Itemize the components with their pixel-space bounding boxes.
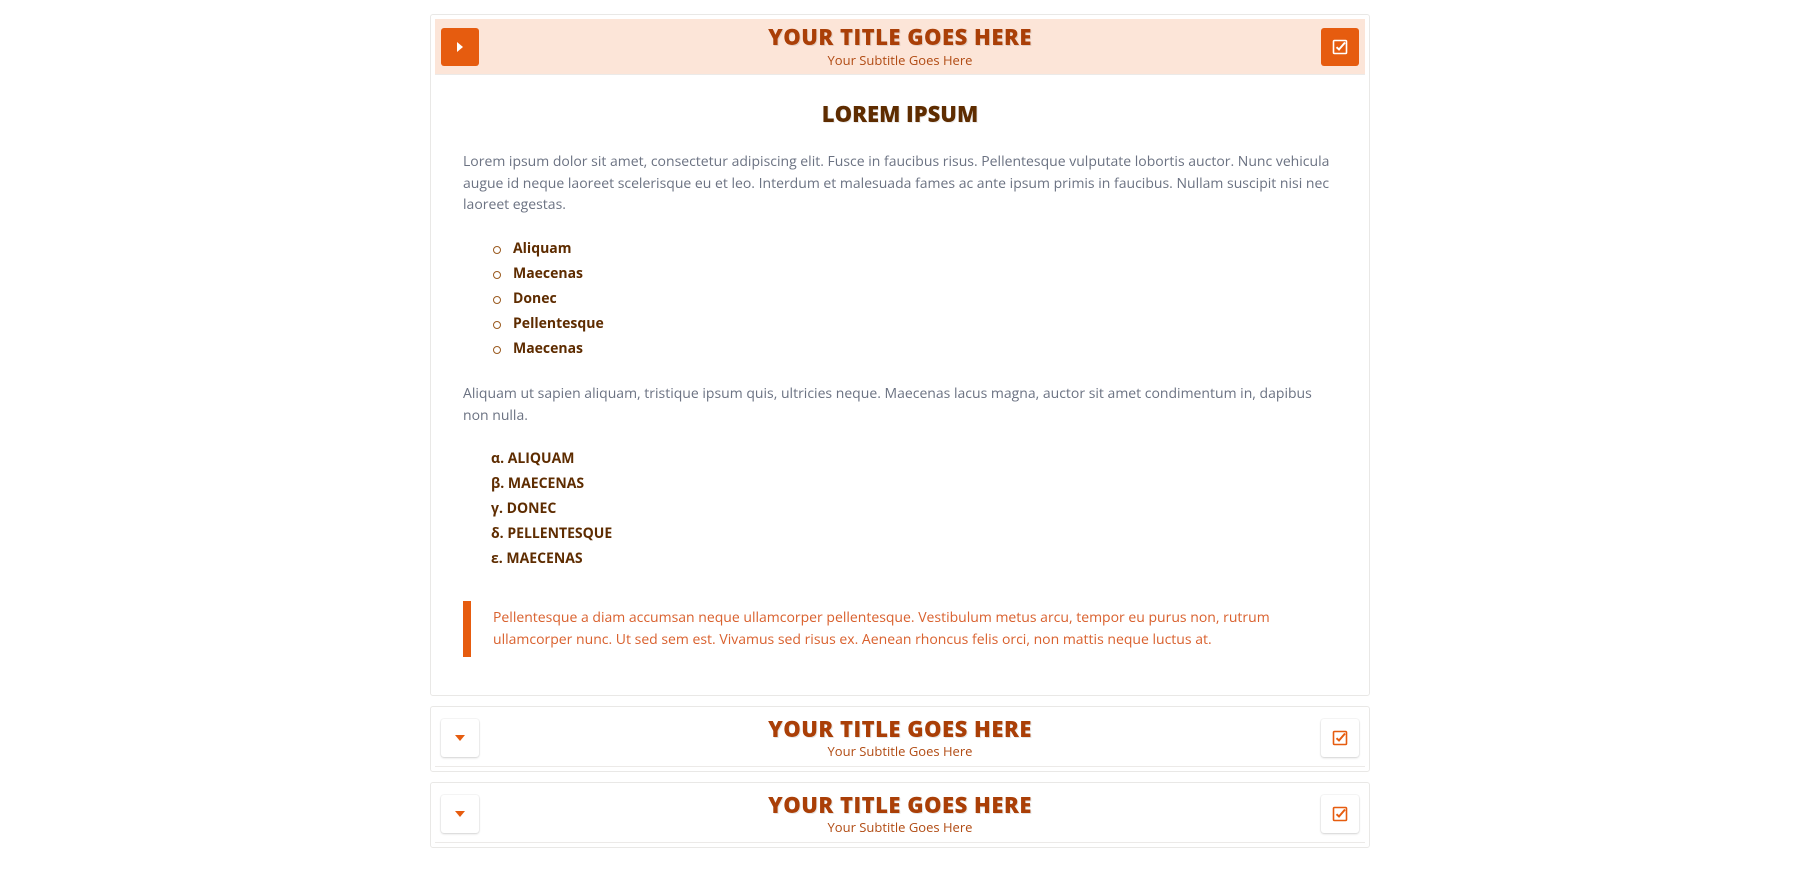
panel-titles-3: YOUR TITLE GOES HERE Your Subtitle Goes … [479,793,1321,835]
ordered-list: α. ALIQUAM β. MAECENAS γ. DONEC δ. PELLE… [463,446,1337,571]
checkbox-checked-icon [1332,39,1348,55]
list-item: ε. MAECENAS [491,546,1337,571]
content-paragraph-2: Aliquam ut sapien aliquam, tristique ips… [463,383,1337,426]
list-item: Pellentesque [513,311,1337,336]
blockquote: Pellentesque a diam accumsan neque ullam… [463,601,1337,656]
caret-down-icon [454,734,466,742]
accordion-header-3[interactable]: YOUR TITLE GOES HERE Your Subtitle Goes … [435,787,1365,843]
checkbox-checked-icon [1332,806,1348,822]
check-button-2[interactable] [1321,719,1359,757]
list-item: β. MAECENAS [491,471,1337,496]
accordion-panel-3: YOUR TITLE GOES HERE Your Subtitle Goes … [430,782,1370,848]
check-button-3[interactable] [1321,795,1359,833]
panel-subtitle: Your Subtitle Goes Here [479,53,1321,68]
checkbox-checked-icon [1332,730,1348,746]
list-item: α. ALIQUAM [491,446,1337,471]
accordion-header-1[interactable]: YOUR TITLE GOES HERE Your Subtitle Goes … [435,19,1365,75]
accordion-panel-2: YOUR TITLE GOES HERE Your Subtitle Goes … [430,706,1370,772]
list-item: Maecenas [513,336,1337,361]
panel-title: YOUR TITLE GOES HERE [479,793,1321,818]
quote-text: Pellentesque a diam accumsan neque ullam… [493,607,1337,650]
panel-subtitle: Your Subtitle Goes Here [479,744,1321,759]
panel-subtitle: Your Subtitle Goes Here [479,820,1321,835]
list-item: δ. PELLENTESQUE [491,521,1337,546]
toggle-button-3[interactable] [441,795,479,833]
list-item: Maecenas [513,261,1337,286]
panel-titles-1: YOUR TITLE GOES HERE Your Subtitle Goes … [479,25,1321,67]
accordion-header-2[interactable]: YOUR TITLE GOES HERE Your Subtitle Goes … [435,711,1365,767]
toggle-button-1[interactable] [441,28,479,66]
bullet-list: Aliquam Maecenas Donec Pellentesque Maec… [463,236,1337,361]
caret-down-icon [454,810,466,818]
panel-body-1: LOREM IPSUM Lorem ipsum dolor sit amet, … [435,75,1365,691]
caret-right-icon [455,41,465,53]
panel-title: YOUR TITLE GOES HERE [479,717,1321,742]
content-heading: LOREM IPSUM [463,99,1337,129]
check-button-1[interactable] [1321,28,1359,66]
list-item: Donec [513,286,1337,311]
list-item: γ. DONEC [491,496,1337,521]
toggle-button-2[interactable] [441,719,479,757]
list-item: Aliquam [513,236,1337,261]
panel-title: YOUR TITLE GOES HERE [479,25,1321,50]
content-paragraph-1: Lorem ipsum dolor sit amet, consectetur … [463,151,1337,216]
accordion-panel-1: YOUR TITLE GOES HERE Your Subtitle Goes … [430,14,1370,696]
panel-titles-2: YOUR TITLE GOES HERE Your Subtitle Goes … [479,717,1321,759]
